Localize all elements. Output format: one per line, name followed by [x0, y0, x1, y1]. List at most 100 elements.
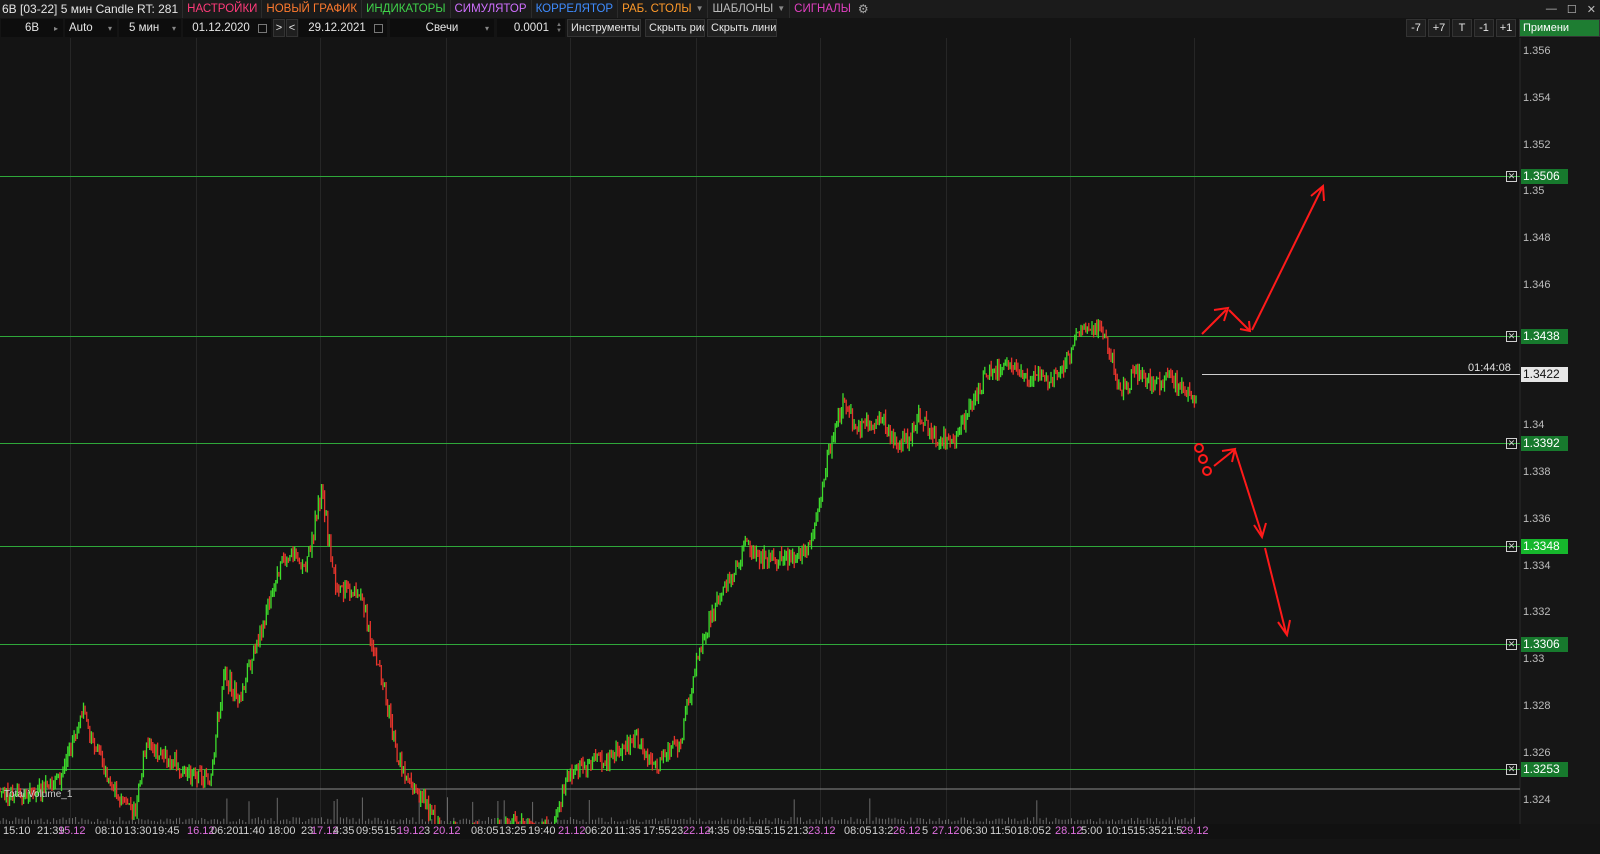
remove-level-icon[interactable]: ✕ — [1506, 331, 1517, 342]
time-axis-date: 19.12 — [397, 825, 425, 837]
price-tick: 1.34 — [1523, 419, 1545, 431]
toolbar: 6B ▸ Auto ▾ 5 мин ▾ 01.12.2020 > < 29.12.20… — [0, 18, 1600, 38]
tools-button[interactable]: Инструменты — [567, 19, 641, 37]
level-label[interactable]: 1.3506 — [1521, 169, 1568, 184]
calendar-icon[interactable] — [374, 23, 383, 33]
prev-label: < — [288, 22, 296, 34]
remove-level-icon[interactable]: ✕ — [1506, 438, 1517, 449]
price-tick: 1.336 — [1523, 513, 1551, 525]
chevron-right-icon: ▸ — [53, 23, 58, 33]
time-axis-time: 06:30 — [960, 825, 988, 837]
plus7-label: +7 — [1432, 22, 1446, 34]
price-tick: 1.352 — [1523, 139, 1551, 151]
menu-settings[interactable]: НАСТРОЙКИ — [182, 0, 261, 18]
chevron-down-icon[interactable]: ▼ — [696, 0, 704, 18]
level-label[interactable]: 1.3253 — [1521, 762, 1568, 777]
time-axis-time: 21:3 — [787, 825, 809, 837]
time-axis-date: 26.12 — [893, 825, 921, 837]
level-label[interactable]: 1.3306 — [1521, 637, 1568, 652]
time-axis-time: 2 — [1045, 825, 1052, 837]
step-spinner[interactable]: 0.0001 ▲ ▼ — [497, 19, 565, 37]
symbol-select[interactable]: 6B ▸ — [1, 19, 63, 37]
apply-button[interactable]: Примени — [1519, 19, 1600, 37]
price-tick: 1.324 — [1523, 794, 1551, 806]
window-controls: — ☐ ✕ — [1546, 0, 1596, 18]
apply-label: Примени — [1523, 22, 1570, 34]
hide-lines-button[interactable]: Скрыть линии — [707, 19, 777, 37]
minimize-icon[interactable]: — — [1546, 3, 1557, 15]
menu-correlator[interactable]: КОРРЕЛЯТОР — [530, 0, 618, 18]
price-tick: 1.326 — [1523, 747, 1551, 759]
price-tick: 1.348 — [1523, 232, 1551, 244]
chart-background — [0, 38, 1520, 824]
plus7-button[interactable]: +7 — [1428, 19, 1450, 37]
spinner-arrows-icon[interactable]: ▲ ▼ — [556, 22, 562, 34]
hide-drawings-button[interactable]: Скрыть рис. — [645, 19, 705, 37]
chart-type-select[interactable]: Свечи ▾ — [390, 19, 494, 37]
time-axis-time: 19:45 — [152, 825, 180, 837]
menu-workspaces[interactable]: РАБ. СТОЛЫ ▼ — [617, 0, 707, 18]
price-chart[interactable] — [0, 38, 1600, 824]
next-button[interactable]: > — [273, 19, 285, 37]
time-axis-time: 06:20 — [211, 825, 239, 837]
level-label[interactable]: 1.3438 — [1521, 329, 1568, 344]
symbol-value: 6B — [24, 22, 40, 34]
menu-signals-label: СИГНАЛЫ — [794, 3, 851, 15]
time-axis-time: 08:05 — [471, 825, 499, 837]
time-axis-time: 19:40 — [528, 825, 556, 837]
volume-panel-label: Total Volume_1 — [4, 789, 73, 800]
chevron-down-icon: ▾ — [484, 23, 489, 33]
date-from-value: 01.12.2020 — [192, 22, 250, 34]
maximize-icon[interactable]: ☐ — [1567, 3, 1577, 16]
menu-new-chart[interactable]: НОВЫЙ ГРАФИК — [261, 0, 361, 18]
time-axis-time: 4:35 — [708, 825, 730, 837]
minus7-button[interactable]: -7 — [1406, 19, 1426, 37]
price-tick: 1.354 — [1523, 92, 1551, 104]
chevron-down-icon[interactable]: ▼ — [777, 0, 785, 18]
remove-level-icon[interactable]: ✕ — [1506, 541, 1517, 552]
menu-templates-label: ШАБЛОНЫ — [712, 3, 774, 15]
chevron-down-icon: ▾ — [107, 23, 112, 33]
time-axis-date: 15.12 — [58, 825, 86, 837]
minus1-button[interactable]: -1 — [1474, 19, 1494, 37]
plus1-label: +1 — [1499, 22, 1513, 34]
scale-select[interactable]: Auto ▾ — [65, 19, 117, 37]
today-button[interactable]: T — [1452, 19, 1472, 37]
calendar-icon[interactable] — [258, 23, 267, 33]
remove-level-icon[interactable]: ✕ — [1506, 764, 1517, 775]
time-axis-time: 08:05 — [844, 825, 872, 837]
step-value: 0.0001 — [513, 22, 549, 34]
time-axis-time: 13:25 — [499, 825, 527, 837]
gear-icon[interactable]: ⚙ — [855, 2, 872, 16]
time-axis-date: 21.12 — [558, 825, 586, 837]
level-label[interactable]: 1.3348 — [1521, 539, 1568, 554]
tools-label: Инструменты — [571, 22, 640, 34]
close-icon[interactable]: ✕ — [1587, 3, 1596, 16]
remove-level-icon[interactable]: ✕ — [1506, 639, 1517, 650]
prev-button[interactable]: < — [286, 19, 298, 37]
time-axis-time: 09:55 — [356, 825, 384, 837]
date-from-field[interactable]: 01.12.2020 — [183, 19, 271, 37]
minus7-label: -7 — [1411, 22, 1421, 34]
plus1-button[interactable]: +1 — [1496, 19, 1516, 37]
price-tick: 1.338 — [1523, 466, 1551, 478]
level-label[interactable]: 1.3392 — [1521, 436, 1568, 451]
menu-workspaces-label: РАБ. СТОЛЫ — [622, 3, 692, 15]
timeframe-value: 5 мин — [129, 22, 160, 34]
menu-signals[interactable]: СИГНАЛЫ — [789, 0, 855, 18]
menu-settings-label: НАСТРОЙКИ — [187, 3, 258, 15]
time-axis-date: 20.12 — [433, 825, 461, 837]
menu-simulator[interactable]: СИМУЛЯТОР — [449, 0, 531, 18]
time-axis-time: 11:40 — [238, 825, 265, 837]
price-tick: 1.334 — [1523, 560, 1551, 572]
time-axis-time: 11:35 — [614, 825, 641, 837]
remove-level-icon[interactable]: ✕ — [1506, 171, 1517, 182]
price-tick: 1.346 — [1523, 279, 1551, 291]
time-axis-date: 27.12 — [932, 825, 960, 837]
menu-templates[interactable]: ШАБЛОНЫ ▼ — [707, 0, 789, 18]
menu-indicators[interactable]: ИНДИКАТОРЫ — [361, 0, 449, 18]
date-to-field[interactable]: 29.12.2021 — [299, 19, 387, 37]
time-axis-date: 28.12 — [1055, 825, 1083, 837]
timeframe-select[interactable]: 5 мин ▾ — [119, 19, 181, 37]
time-axis-time: 23 — [671, 825, 684, 837]
